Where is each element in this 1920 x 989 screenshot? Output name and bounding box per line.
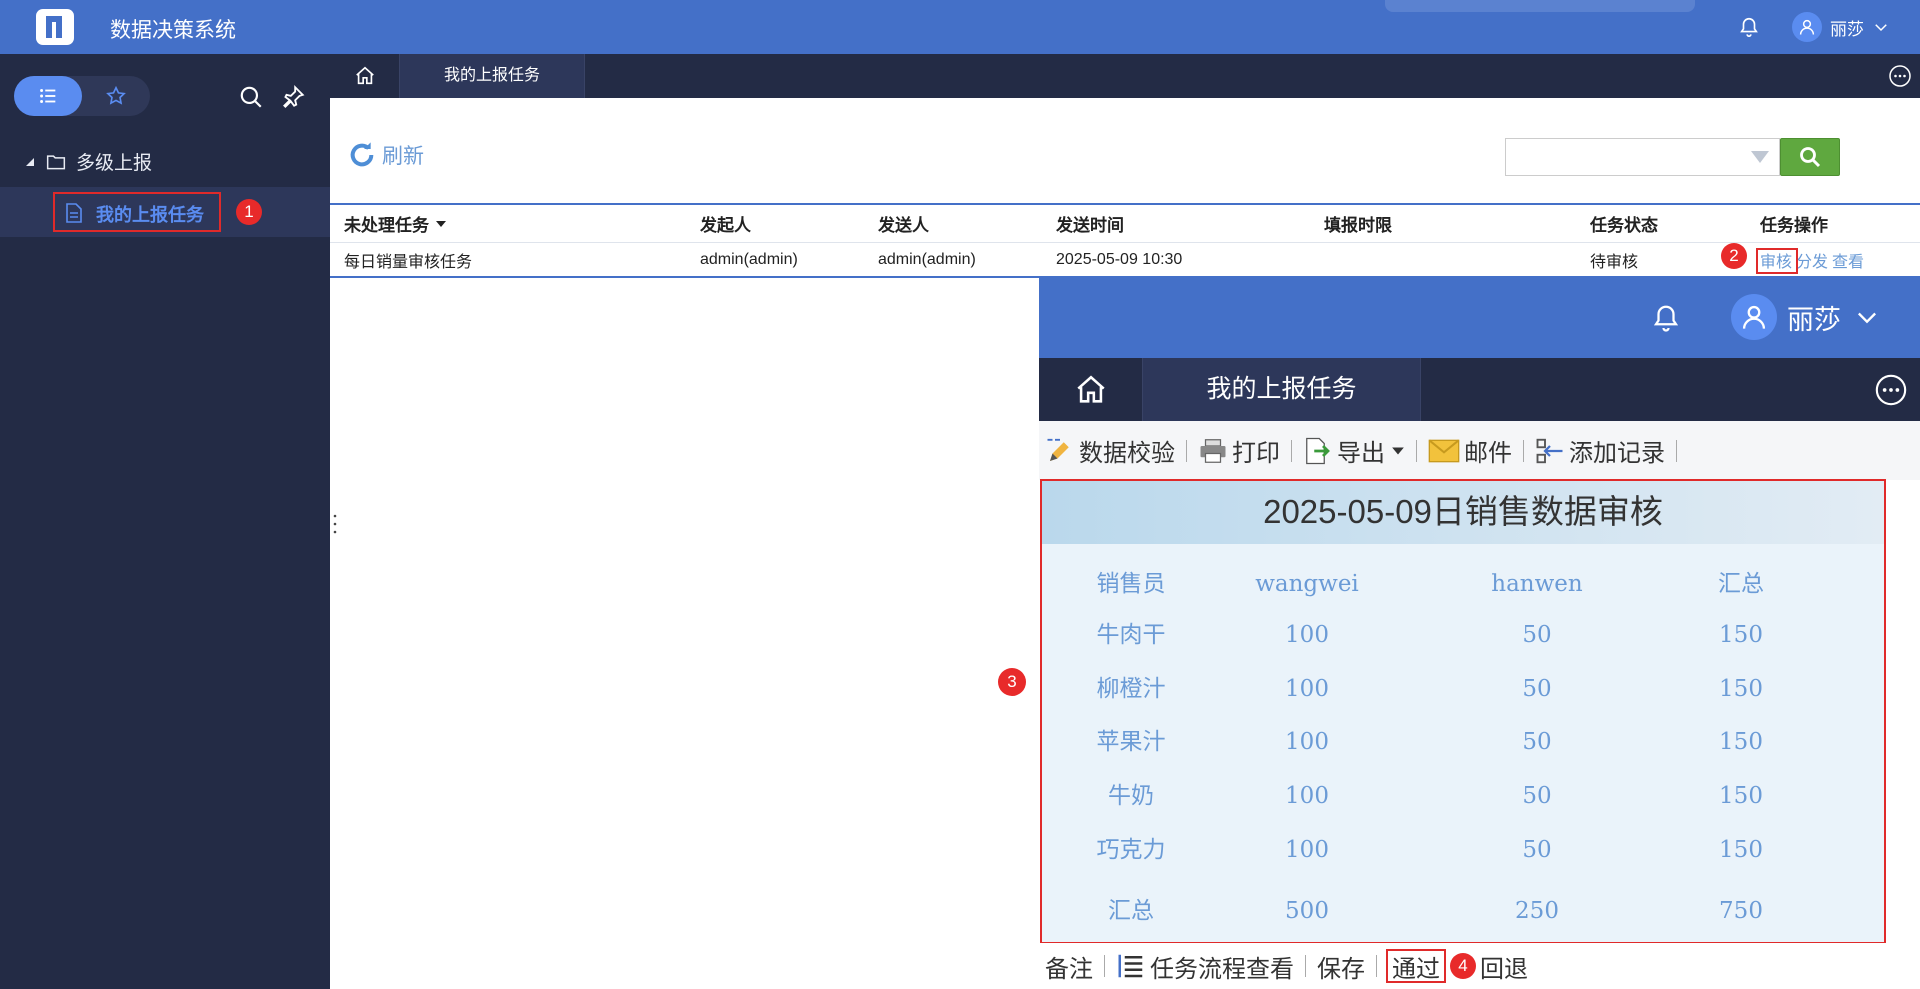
export-icon	[1306, 437, 1330, 464]
column-header-status: 任务状态	[1590, 216, 1658, 235]
chevron-down-icon	[1875, 24, 1887, 32]
step-badge: 4	[1450, 953, 1476, 979]
user-icon	[1742, 305, 1766, 329]
add-record-button[interactable]: 添加记录	[1529, 433, 1671, 468]
search-icon	[1800, 147, 1821, 168]
tab-home[interactable]	[1039, 358, 1143, 421]
search-button[interactable]	[1780, 138, 1840, 176]
column-header-sender: 发送人	[878, 216, 929, 235]
panel-splitter-handle[interactable]	[333, 513, 337, 535]
more-icon[interactable]	[1888, 64, 1912, 88]
column-header-deadline: 填报时限	[1324, 216, 1392, 235]
toolbar-divider	[1291, 439, 1292, 462]
task-status: 待审核	[1590, 253, 1639, 271]
avatar	[1792, 12, 1822, 42]
tab-my-report-tasks[interactable]: 我的上报任务	[400, 54, 585, 98]
search-icon[interactable]	[238, 84, 264, 110]
refresh-label: 刷新	[382, 145, 424, 168]
top-search-box[interactable]	[1385, 0, 1695, 12]
user-name: 丽莎	[1787, 304, 1841, 335]
top-bar: 数据决策系统 丽莎	[0, 0, 1920, 54]
envelope-icon	[1428, 439, 1460, 462]
printer-icon	[1200, 438, 1226, 463]
zoom-top-bar: 丽莎	[1039, 276, 1920, 358]
step-badge: 3	[998, 668, 1026, 696]
refresh-button[interactable]: 刷新	[346, 139, 424, 171]
task-flow-button[interactable]: 任务流程查看	[1110, 949, 1300, 984]
highlight-box	[1040, 479, 1886, 944]
zoom-tab-bar: 我的上报任务	[1039, 358, 1920, 421]
step-badge: 2	[1721, 243, 1747, 269]
user-menu[interactable]: 丽莎	[1792, 12, 1890, 42]
highlight-box	[53, 192, 221, 232]
tab-bar: 我的上报任务	[330, 54, 1920, 98]
validate-pencil-icon	[1047, 438, 1069, 461]
save-button[interactable]: 保存	[1311, 949, 1371, 984]
list-icon	[40, 89, 56, 103]
bell-icon[interactable]	[1651, 301, 1681, 335]
home-icon	[1076, 375, 1105, 403]
chevron-down-icon	[1858, 312, 1876, 324]
view-link[interactable]: 查看	[1832, 248, 1864, 272]
toolbar-divider	[1523, 439, 1524, 462]
column-header-operations: 任务操作	[1760, 216, 1828, 235]
avatar	[1731, 294, 1777, 340]
app-title: 数据决策系统	[110, 19, 236, 42]
user-icon	[1799, 19, 1815, 35]
flow-list-icon	[1118, 954, 1143, 978]
print-button[interactable]: 打印	[1192, 433, 1286, 468]
user-name: 丽莎	[1830, 19, 1864, 39]
tree-root-label: 多级上报	[76, 153, 153, 174]
add-record-icon	[1536, 438, 1563, 463]
column-header-task[interactable]: 未处理任务	[344, 205, 447, 242]
home-icon	[355, 66, 374, 85]
app-logo[interactable]	[36, 9, 74, 45]
toolbar-divider	[1186, 439, 1187, 462]
table-header: 未处理任务 发起人 发送人 发送时间 填报时限 任务状态 任务操作	[330, 205, 1920, 243]
column-header-send-time: 发送时间	[1056, 216, 1124, 235]
caret-down-icon	[26, 157, 34, 166]
toolbar-divider	[1104, 955, 1105, 977]
return-button[interactable]: 回退	[1480, 949, 1534, 984]
toolbar-divider	[1376, 955, 1377, 977]
caret-down-icon	[1392, 447, 1404, 454]
zoomed-review-panel: 丽莎 我的上报任务 数据校验 打印 导出 邮件 添加记录 2025-05-09日…	[1039, 276, 1920, 989]
folder-icon	[46, 154, 66, 169]
dropdown-arrow-icon[interactable]	[1751, 151, 1769, 163]
toolbar-divider	[1416, 439, 1417, 462]
task-name: 每日销量审核任务	[344, 253, 473, 271]
tab-my-report-tasks[interactable]: 我的上报任务	[1143, 358, 1421, 421]
email-button[interactable]: 邮件	[1422, 433, 1518, 468]
table-row[interactable]: 每日销量审核任务 admin(admin) admin(admin) 2025-…	[330, 243, 1920, 278]
step-badge: 1	[236, 199, 262, 225]
report-toolbar: 数据校验 打印 导出 邮件 添加记录	[1039, 421, 1920, 480]
task-send-time: 2025-05-09 10:30	[1056, 250, 1183, 268]
sidebar-view-toggle	[14, 76, 150, 116]
bell-icon[interactable]	[1738, 15, 1760, 39]
sort-down-icon	[436, 220, 446, 227]
task-sender: admin(admin)	[878, 250, 976, 268]
toolbar-divider	[1676, 439, 1677, 462]
directory-view-button[interactable]	[14, 76, 82, 116]
data-validate-button[interactable]: 数据校验	[1039, 433, 1181, 468]
more-icon[interactable]	[1874, 373, 1908, 407]
task-initiator: admin(admin)	[700, 250, 798, 268]
toolbar-divider	[1305, 955, 1306, 977]
highlight-box	[1756, 248, 1798, 274]
export-button[interactable]: 导出	[1297, 433, 1411, 468]
column-header-initiator: 发起人	[700, 216, 751, 235]
approve-button[interactable]: 通过	[1386, 949, 1446, 983]
refresh-icon	[350, 142, 374, 167]
distribute-link[interactable]: 分发	[1796, 248, 1828, 272]
task-search-input[interactable]	[1505, 138, 1780, 176]
pin-icon[interactable]	[280, 84, 306, 110]
star-icon	[106, 85, 126, 105]
favorites-view-button[interactable]	[82, 76, 150, 116]
review-action-bar: 备注 任务流程查看 保存 通过 4 回退	[1039, 943, 1920, 989]
remark-button[interactable]: 备注	[1039, 949, 1099, 984]
user-menu[interactable]: 丽莎	[1731, 294, 1881, 340]
tree-root-multilevel[interactable]: 多级上报	[24, 148, 152, 175]
tab-home[interactable]	[330, 54, 400, 98]
